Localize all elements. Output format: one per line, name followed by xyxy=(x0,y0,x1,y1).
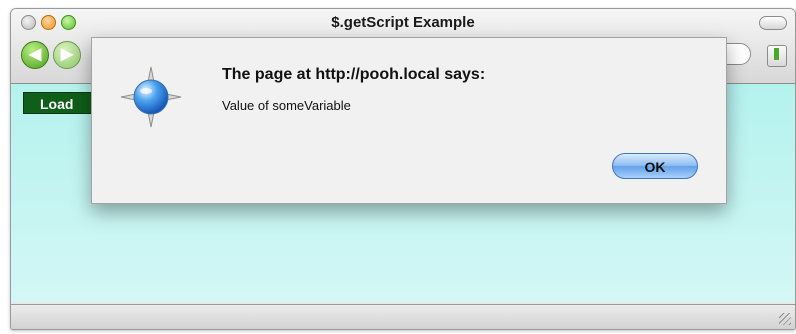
window-title: $.getScript Example xyxy=(331,14,475,31)
status-bar xyxy=(11,304,795,329)
forward-arrow-icon: ▶ xyxy=(60,46,74,63)
safari-compass-icon xyxy=(120,66,182,128)
back-button[interactable]: ◀ xyxy=(21,41,49,69)
bookmark-icon[interactable] xyxy=(767,45,787,67)
resize-grip[interactable] xyxy=(779,313,791,325)
dialog-message: Value of someVariable xyxy=(222,98,351,113)
javascript-alert-dialog: The page at http://pooh.local says: Valu… xyxy=(91,37,727,204)
dialog-title: The page at http://pooh.local says: xyxy=(222,66,486,83)
toolbar-toggle-button[interactable] xyxy=(759,16,787,30)
ok-button[interactable]: OK xyxy=(612,153,698,179)
forward-button[interactable]: ▶ xyxy=(53,41,81,69)
back-arrow-icon: ◀ xyxy=(28,46,42,63)
